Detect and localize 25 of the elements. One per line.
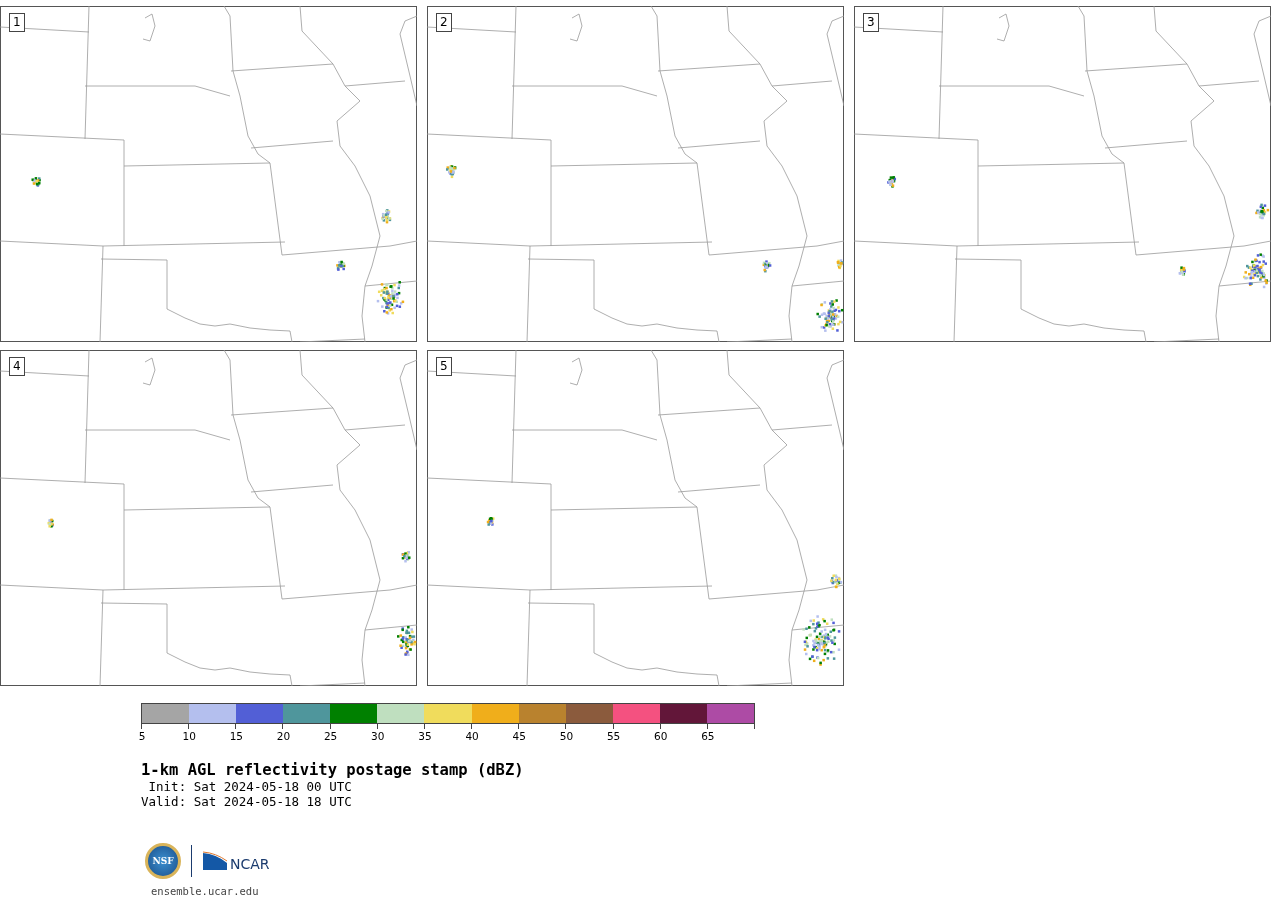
tick-label: 40 xyxy=(465,730,479,742)
panel-number: 2 xyxy=(436,13,452,32)
tick-label: 35 xyxy=(418,730,432,742)
tick-label: 20 xyxy=(276,730,291,742)
valid-time: Valid: Sat 2024-05-18 18 UTC xyxy=(141,794,353,809)
tick-label: 5 xyxy=(138,730,146,742)
website-url: ensemble.ucar.edu xyxy=(151,885,260,897)
panel-number: 5 xyxy=(436,357,452,376)
tick-label: 55 xyxy=(606,730,621,742)
panel-number: 1 xyxy=(9,13,25,32)
ncar-logo: NCAR xyxy=(230,856,270,872)
panel-number: 3 xyxy=(863,13,879,32)
panel-number: 4 xyxy=(9,357,25,376)
tick-label: 60 xyxy=(654,730,668,742)
tick-label: 45 xyxy=(512,730,526,742)
tick-label: 10 xyxy=(182,730,196,742)
nsf-logo: NSF xyxy=(145,843,181,879)
tick-label: 15 xyxy=(229,730,243,742)
tick-label: 25 xyxy=(323,730,338,742)
tick-label: 50 xyxy=(559,730,574,742)
chart-title: 1-km AGL reflectivity postage stamp (dBZ) xyxy=(141,761,525,779)
wave-icon xyxy=(202,851,228,871)
tick-label: 65 xyxy=(701,730,715,742)
tick-label: 30 xyxy=(371,730,385,742)
init-time: Init: Sat 2024-05-18 00 UTC xyxy=(147,779,353,794)
